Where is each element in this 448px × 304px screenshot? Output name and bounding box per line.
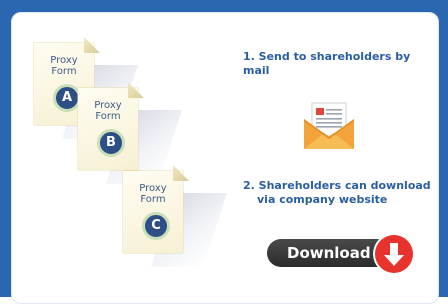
step-1-text: 1. Send to shareholders by mail <box>243 50 411 77</box>
document-title-line1: Proxy <box>50 55 78 66</box>
badge-c: C <box>142 212 170 240</box>
envelope-with-letter-icon <box>304 102 354 149</box>
download-arrow-circle <box>375 235 413 273</box>
download-label: Download <box>267 239 391 267</box>
proxy-form-c: Proxy Form C <box>123 165 228 267</box>
download-button[interactable]: Download <box>267 235 417 273</box>
badge-b: B <box>97 129 125 157</box>
step-2-line2: via company website <box>257 193 388 206</box>
page-fold-icon <box>128 82 144 98</box>
document-title: Proxy Form <box>123 183 183 205</box>
step-2-line1: 2. Shareholders can download <box>243 179 431 192</box>
document-title-line1: Proxy <box>94 100 122 111</box>
outer-frame: Proxy Form A Proxy Form B Proxy Form C 1… <box>0 0 448 304</box>
arrow-down-icon <box>384 243 404 266</box>
content-panel: Proxy Form A Proxy Form B Proxy Form C 1… <box>11 12 439 304</box>
page-fold-icon <box>173 165 189 181</box>
step-2-text: 2. Shareholders can download via company… <box>243 179 431 207</box>
document-title-line2: Form <box>140 194 166 205</box>
document-title-line2: Form <box>51 66 77 77</box>
proxy-form-b: Proxy Form B <box>78 82 183 184</box>
document-title: Proxy Form <box>78 100 138 122</box>
document-title-line1: Proxy <box>139 183 167 194</box>
badge-a: A <box>53 84 81 112</box>
document-title: Proxy Form <box>34 55 94 77</box>
document-title-line2: Form <box>95 111 121 122</box>
page-fold-icon <box>84 37 100 53</box>
